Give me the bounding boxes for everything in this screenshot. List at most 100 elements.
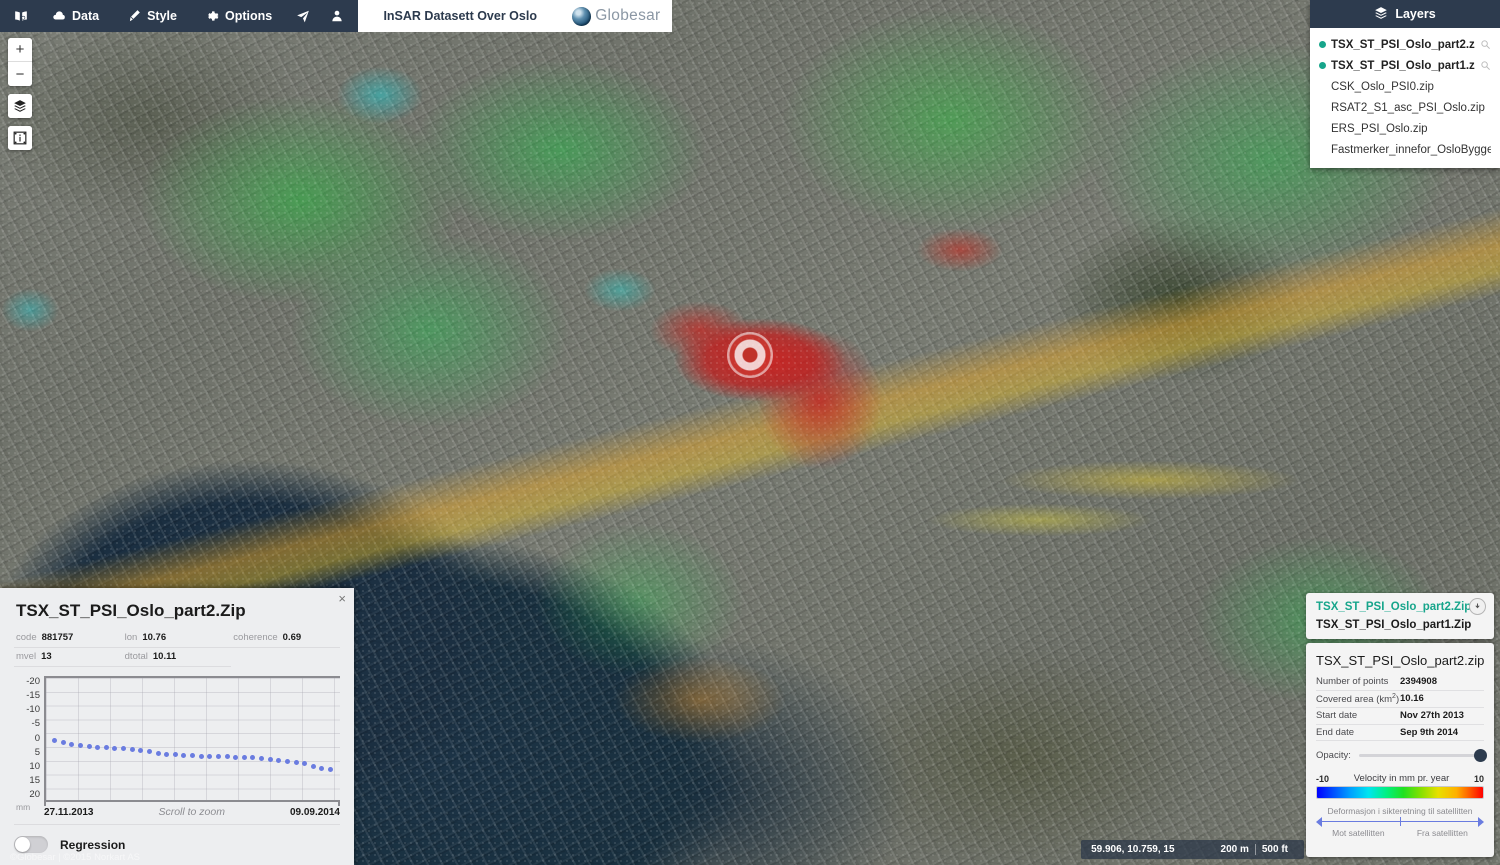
layer-item[interactable]: CSK_Oslo_PSI0.zip	[1310, 76, 1500, 97]
chart-data-point[interactable]	[207, 754, 212, 759]
chart-data-point[interactable]	[268, 757, 273, 762]
chart-data-point[interactable]	[328, 767, 333, 772]
chart-data-point[interactable]	[233, 755, 238, 760]
layer-item[interactable]: ERS_PSI_Oslo.zip	[1310, 118, 1500, 139]
application-root: Data Style Options	[0, 0, 1500, 865]
toolbar-item-data[interactable]: Data	[38, 0, 113, 32]
close-icon[interactable]: ×	[338, 592, 346, 605]
chart-y-axis: -20-15-10-505101520	[14, 676, 40, 800]
colorbar-max-label: 10	[1474, 774, 1484, 784]
layer-item[interactable]: TSX_ST_PSI_Oslo_part2.zip	[1310, 34, 1500, 55]
toolbar-item-style[interactable]: Style	[113, 0, 191, 32]
dataset-key: Start date	[1316, 710, 1400, 721]
layers-toggle-group	[8, 94, 32, 118]
chart-data-point[interactable]	[225, 754, 230, 759]
chart-plot-area[interactable]	[44, 676, 340, 800]
map-book-icon[interactable]	[4, 0, 38, 32]
chart-data-point[interactable]	[276, 758, 281, 763]
opacity-slider[interactable]	[1359, 754, 1484, 757]
chart-data-point[interactable]	[61, 740, 66, 745]
chart-data-point[interactable]	[250, 755, 255, 760]
chart-data-point[interactable]	[285, 759, 290, 764]
opacity-control: Opacity:	[1316, 750, 1484, 761]
chart-data-point[interactable]	[52, 738, 57, 743]
layer-name: TSX_ST_PSI_Oslo_part1.zip	[1331, 60, 1475, 72]
chart-data-point[interactable]	[259, 756, 264, 761]
opacity-label: Opacity:	[1316, 750, 1351, 761]
chart-unit-label: mm	[16, 802, 30, 812]
chart-data-point[interactable]	[87, 744, 92, 749]
chart-data-point[interactable]	[311, 764, 316, 769]
chart-y-tick: -20	[26, 676, 40, 687]
chart-data-point[interactable]	[319, 766, 324, 771]
chart-data-point[interactable]	[78, 743, 83, 748]
dataset-key: Number of points	[1316, 676, 1400, 687]
dataset-title: TSX_ST_PSI_Oslo_part2.zip	[1316, 653, 1484, 668]
layer-item[interactable]: RSAT2_S1_asc_PSI_Oslo.zip	[1310, 97, 1500, 118]
chart-data-point[interactable]	[216, 754, 221, 759]
chart-data-point[interactable]	[181, 753, 186, 758]
chart-data-point[interactable]	[294, 760, 299, 765]
attribute-key: lon	[125, 632, 138, 643]
search-icon[interactable]	[1480, 60, 1491, 71]
chart-data-point[interactable]	[138, 748, 143, 753]
layer-status-dot	[1319, 104, 1326, 111]
opacity-slider-knob[interactable]	[1474, 749, 1487, 762]
dataset-tab-part1[interactable]: TSX_ST_PSI_Oslo_part1.Zip	[1306, 616, 1494, 634]
layers-stack-icon	[1374, 6, 1388, 23]
toolbar-item-data-label: Data	[72, 9, 99, 23]
layers-stack-icon[interactable]	[8, 94, 32, 118]
colorbar-min-label: -10	[1316, 774, 1329, 784]
chart-data-point[interactable]	[121, 746, 126, 751]
chart-data-point[interactable]	[156, 751, 161, 756]
gear-icon	[205, 9, 219, 23]
layer-status-dot	[1319, 83, 1326, 90]
info-control-group	[8, 126, 32, 150]
chart-data-point[interactable]	[69, 742, 74, 747]
chart-data-point[interactable]	[173, 752, 178, 757]
dataset-tab-part2[interactable]: TSX_ST_PSI_Oslo_part2.Zip	[1306, 598, 1494, 616]
layer-item[interactable]: TSX_ST_PSI_Oslo_part1.zip	[1310, 55, 1500, 76]
chart-data-point[interactable]	[112, 746, 117, 751]
scale-metric: 200 m	[1215, 844, 1256, 855]
regression-toggle[interactable]	[14, 836, 48, 853]
chart-y-tick: 20	[29, 789, 40, 800]
dataset-details-panel: TSX_ST_PSI_Oslo_part2.zip Number of poin…	[1306, 643, 1494, 857]
attribute-mvel: mvel 13	[14, 648, 123, 667]
chart-y-tick: 15	[29, 775, 40, 786]
toolbar-item-options[interactable]: Options	[191, 0, 286, 32]
chart-data-point[interactable]	[147, 749, 152, 754]
page-title: InSAR Datasett Over Oslo	[358, 0, 562, 32]
chart-data-point[interactable]	[104, 745, 109, 750]
deformation-left-label: Mot satellitten	[1332, 828, 1384, 838]
chart-data-point[interactable]	[130, 747, 135, 752]
search-icon[interactable]	[1480, 39, 1491, 50]
attribute-value: 881757	[42, 632, 74, 643]
chart-data-point[interactable]	[95, 745, 100, 750]
regression-control: Regression	[14, 824, 340, 853]
dataset-row-points: Number of points 2394908	[1316, 674, 1484, 691]
scale-imperial: 500 ft	[1256, 844, 1294, 855]
toolbar-left-group: Data Style Options	[0, 0, 358, 32]
attribute-value: 13	[41, 651, 52, 662]
zoom-out-button[interactable]: −	[8, 62, 32, 86]
user-button[interactable]	[320, 0, 354, 32]
chevron-down-circle-icon[interactable]	[1469, 598, 1486, 615]
layer-status-dot	[1319, 146, 1326, 153]
chart-data-point[interactable]	[164, 752, 169, 757]
zoom-in-button[interactable]: +	[8, 38, 32, 62]
chart-data-point[interactable]	[199, 754, 204, 759]
dataset-row-end-date: End date Sep 9th 2014	[1316, 725, 1484, 742]
chart-data-point[interactable]	[242, 755, 247, 760]
chart-data-point[interactable]	[302, 761, 307, 766]
displacement-chart[interactable]: -20-15-10-505101520 mm 27.11.2013 Scroll…	[14, 676, 340, 816]
brand-logo[interactable]: Globesar	[562, 0, 672, 32]
layer-item[interactable]: Fastmerker_innefor_OsloBygge:	[1310, 139, 1500, 160]
info-icon[interactable]	[8, 126, 32, 150]
deformation-arrow	[1316, 817, 1484, 827]
send-button[interactable]	[286, 0, 320, 32]
selected-point-marker[interactable]	[727, 332, 773, 378]
chart-data-point[interactable]	[190, 753, 195, 758]
chart-y-tick: -5	[32, 718, 40, 729]
attribute-value: 10.76	[142, 632, 166, 643]
